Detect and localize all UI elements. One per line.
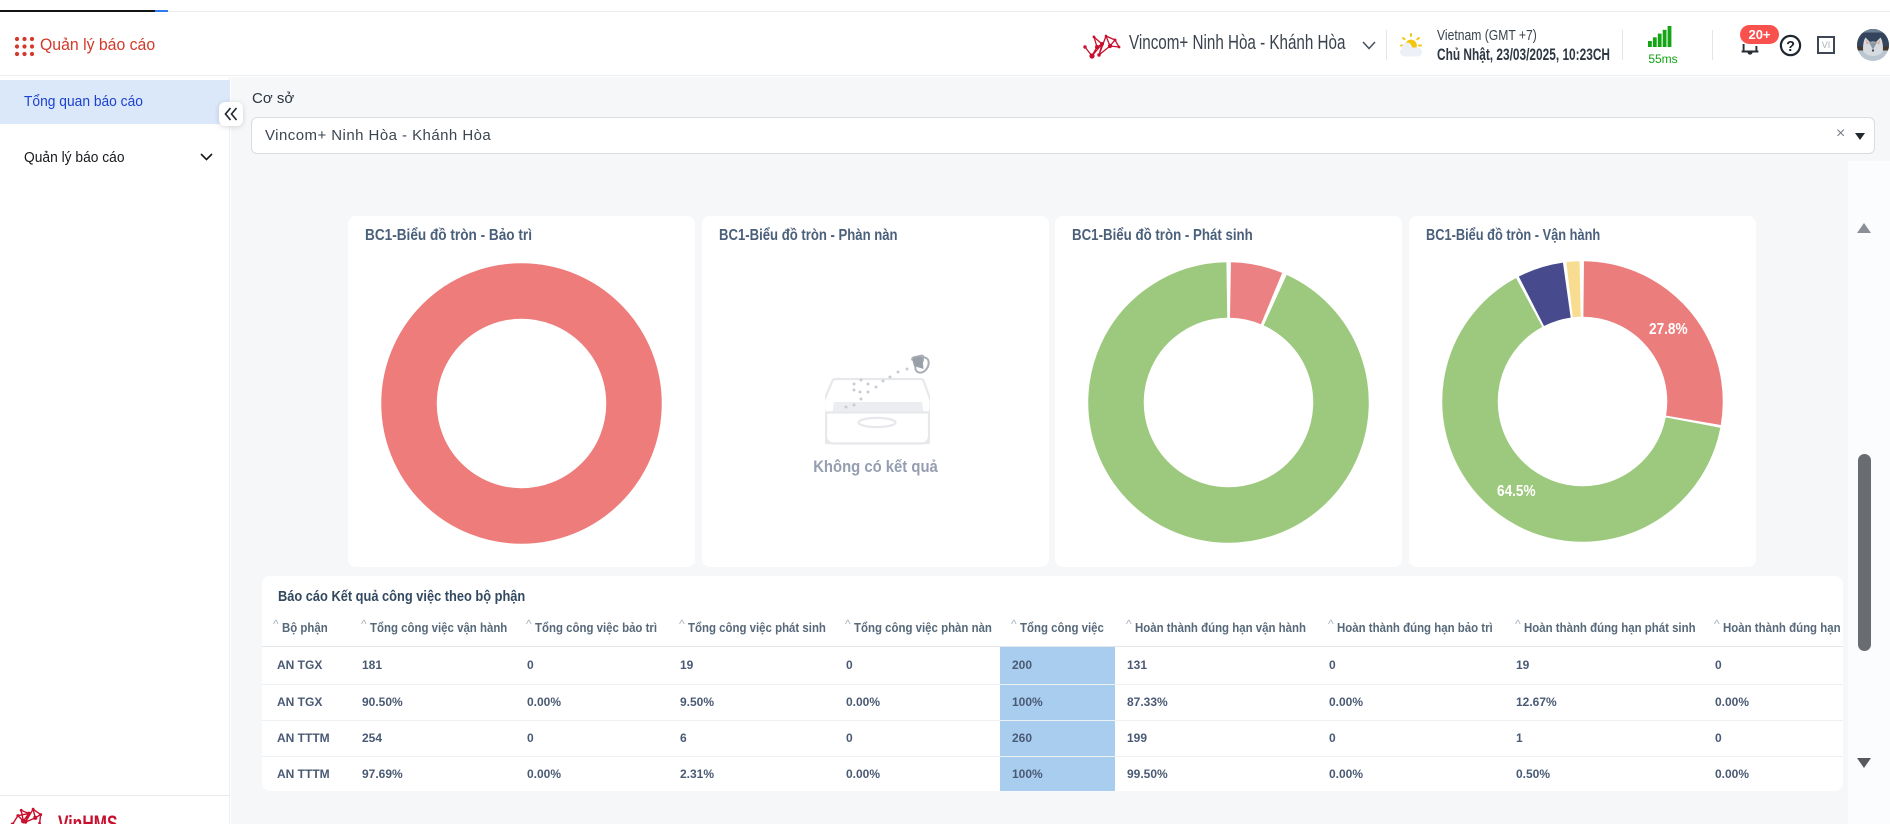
svg-text:?: ? — [1786, 39, 1795, 55]
